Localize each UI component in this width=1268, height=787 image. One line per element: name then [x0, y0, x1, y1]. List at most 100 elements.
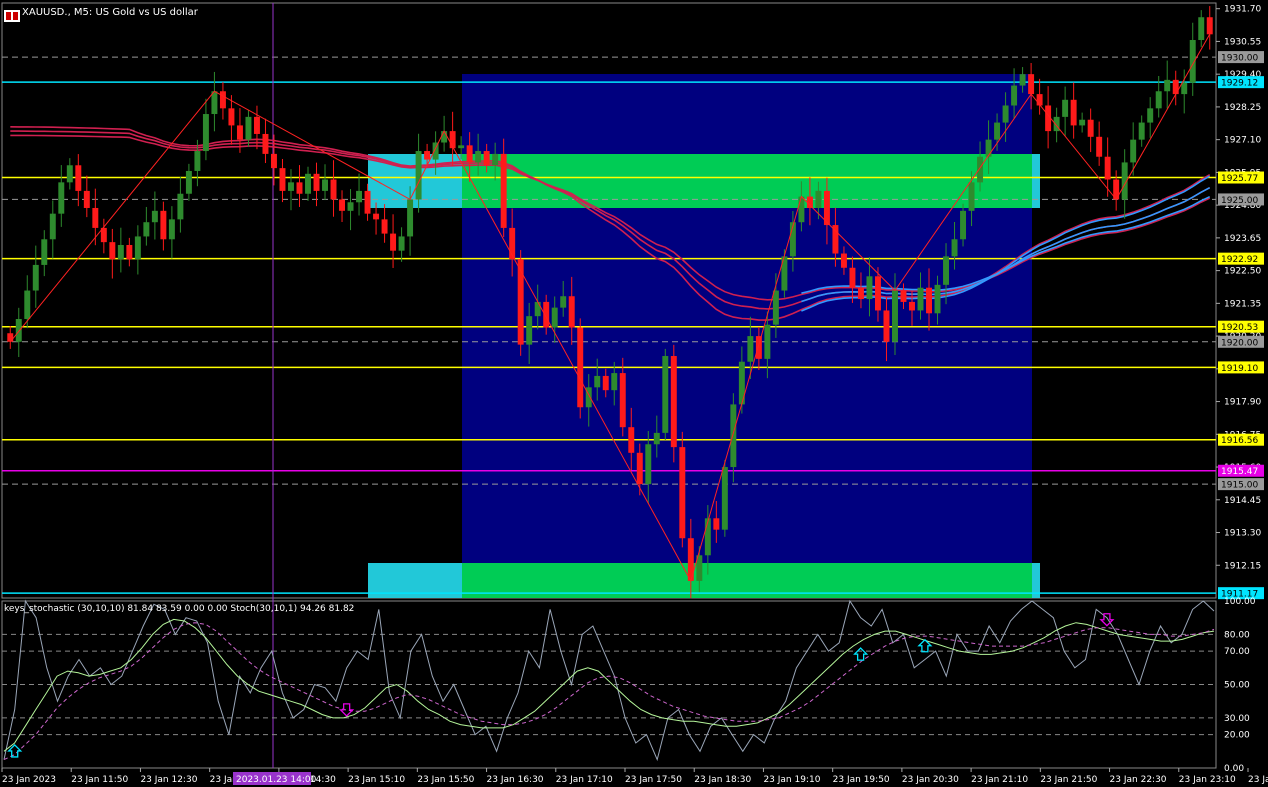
candle-body [322, 179, 328, 191]
candle-body [900, 290, 907, 302]
candle-body [1036, 94, 1043, 106]
candle-body [83, 190, 90, 208]
candle-body [117, 244, 124, 260]
price-level-label: 1925.00 [1221, 196, 1258, 206]
candle-body [168, 219, 175, 240]
candle-body [41, 239, 48, 265]
candle-body [985, 139, 992, 157]
chart-menu-icon[interactable] [4, 7, 20, 26]
chart-title: XAUUSD., M5: US Gold vs US dollar [22, 7, 198, 18]
price-tick-label: 1922.50 [1224, 267, 1261, 277]
candle-body [7, 333, 14, 342]
candle-body [185, 170, 192, 194]
indicator-header: keys_stochastic (30,10,10) 81.84 83.59 0… [4, 604, 355, 614]
price-tick-label: 1913.30 [1224, 529, 1261, 539]
candle-body [772, 290, 779, 325]
candle-body [151, 210, 158, 223]
candle-body [892, 290, 898, 342]
candle-body [49, 213, 56, 240]
price-level-label: 1929.12 [1221, 79, 1258, 89]
candle-body [441, 131, 448, 143]
candle-body [32, 264, 39, 291]
candle-body [670, 356, 677, 448]
price-level-label: 1916.56 [1221, 436, 1258, 446]
candle-body [909, 301, 915, 311]
candle-body [202, 114, 209, 152]
candle-body [364, 190, 371, 214]
candle-body [543, 301, 550, 328]
candle-body [288, 182, 294, 191]
time-tick-label: 23 Jan 23:10 [1179, 775, 1236, 785]
candle-body [977, 156, 984, 183]
symbol-description: US Gold vs US dollar [95, 7, 198, 18]
candle-body [1206, 17, 1213, 35]
candle-body [653, 432, 660, 445]
candle-body [568, 296, 575, 328]
candle-body [211, 91, 218, 115]
stoch-tick-label: 50.00 [1224, 681, 1250, 691]
candle-body [840, 253, 847, 268]
candle-body [713, 518, 720, 530]
time-tick-label: 23 Jan 18:30 [694, 775, 751, 785]
candle-body [994, 122, 1001, 140]
candle-body [313, 173, 320, 191]
candle-body [390, 233, 397, 251]
stoch-tick-label: 100.00 [1224, 597, 1256, 607]
candle-body [1130, 139, 1137, 163]
price-level-label: 1919.10 [1221, 364, 1258, 374]
chart-canvas[interactable]: 1931.701930.551929.401928.251927.101925.… [0, 0, 1268, 787]
candle-body [253, 116, 260, 134]
stoch-tick-label: 80.00 [1224, 630, 1250, 640]
candle-body [126, 244, 133, 260]
candle-body [747, 336, 754, 362]
price-tick-label: 1917.90 [1224, 398, 1261, 408]
time-tick-label: 23 Jan 23:50 [1248, 775, 1268, 785]
candle-body [628, 427, 635, 453]
candle-body [219, 91, 226, 109]
price-level-label: 1930.00 [1221, 54, 1258, 64]
stoch-series-line [3, 599, 1215, 762]
candle-body [373, 213, 380, 220]
stoch-tick-label: 20.00 [1224, 731, 1250, 741]
candle-body [483, 151, 490, 166]
price-level-label: 1920.53 [1221, 323, 1258, 333]
candle-body [619, 373, 626, 428]
candle-body [381, 219, 388, 234]
candle-body [305, 173, 311, 194]
candle-body [1147, 108, 1154, 123]
candle-body [236, 125, 243, 140]
candle-body [143, 222, 150, 237]
time-tick-label: 23 Jan 19:50 [833, 775, 890, 785]
time-tick-label: 23 Jan 12:30 [140, 775, 197, 785]
candle-body [883, 310, 890, 342]
time-tick-label: 23 Jan 16:30 [487, 775, 544, 785]
candle-body [815, 190, 822, 208]
candle-body [943, 256, 950, 285]
candle-body [1070, 99, 1077, 126]
candle-body [347, 202, 354, 211]
candle-body [415, 151, 422, 200]
price-level-label: 1915.47 [1221, 467, 1258, 477]
candle-body [1028, 74, 1035, 95]
candle-body [500, 153, 507, 228]
price-tick-label: 1931.70 [1224, 5, 1261, 15]
candle-body [424, 151, 431, 160]
timeframe-label: M5 [73, 7, 89, 18]
candle-body [849, 267, 856, 288]
candle-body [560, 296, 567, 308]
candle-body [194, 151, 201, 171]
stoch-tick-label: 0.00 [1224, 764, 1244, 774]
candle-body [109, 242, 116, 260]
candle-body [1164, 79, 1171, 92]
time-tick-label: 23 Jan 15:10 [348, 775, 405, 785]
price-tick-label: 1930.55 [1224, 37, 1261, 47]
stoch-tick-label: 30.00 [1224, 714, 1250, 724]
candle-body [917, 287, 924, 311]
time-tick-label: 23 Jan 20:30 [902, 775, 959, 785]
candle-body [1079, 119, 1086, 126]
candle-body [874, 276, 881, 311]
candle-body [1011, 85, 1018, 106]
price-level-label: 1922.92 [1221, 255, 1258, 265]
price-tick-label: 1927.10 [1224, 136, 1261, 146]
candle-body [1087, 119, 1094, 137]
